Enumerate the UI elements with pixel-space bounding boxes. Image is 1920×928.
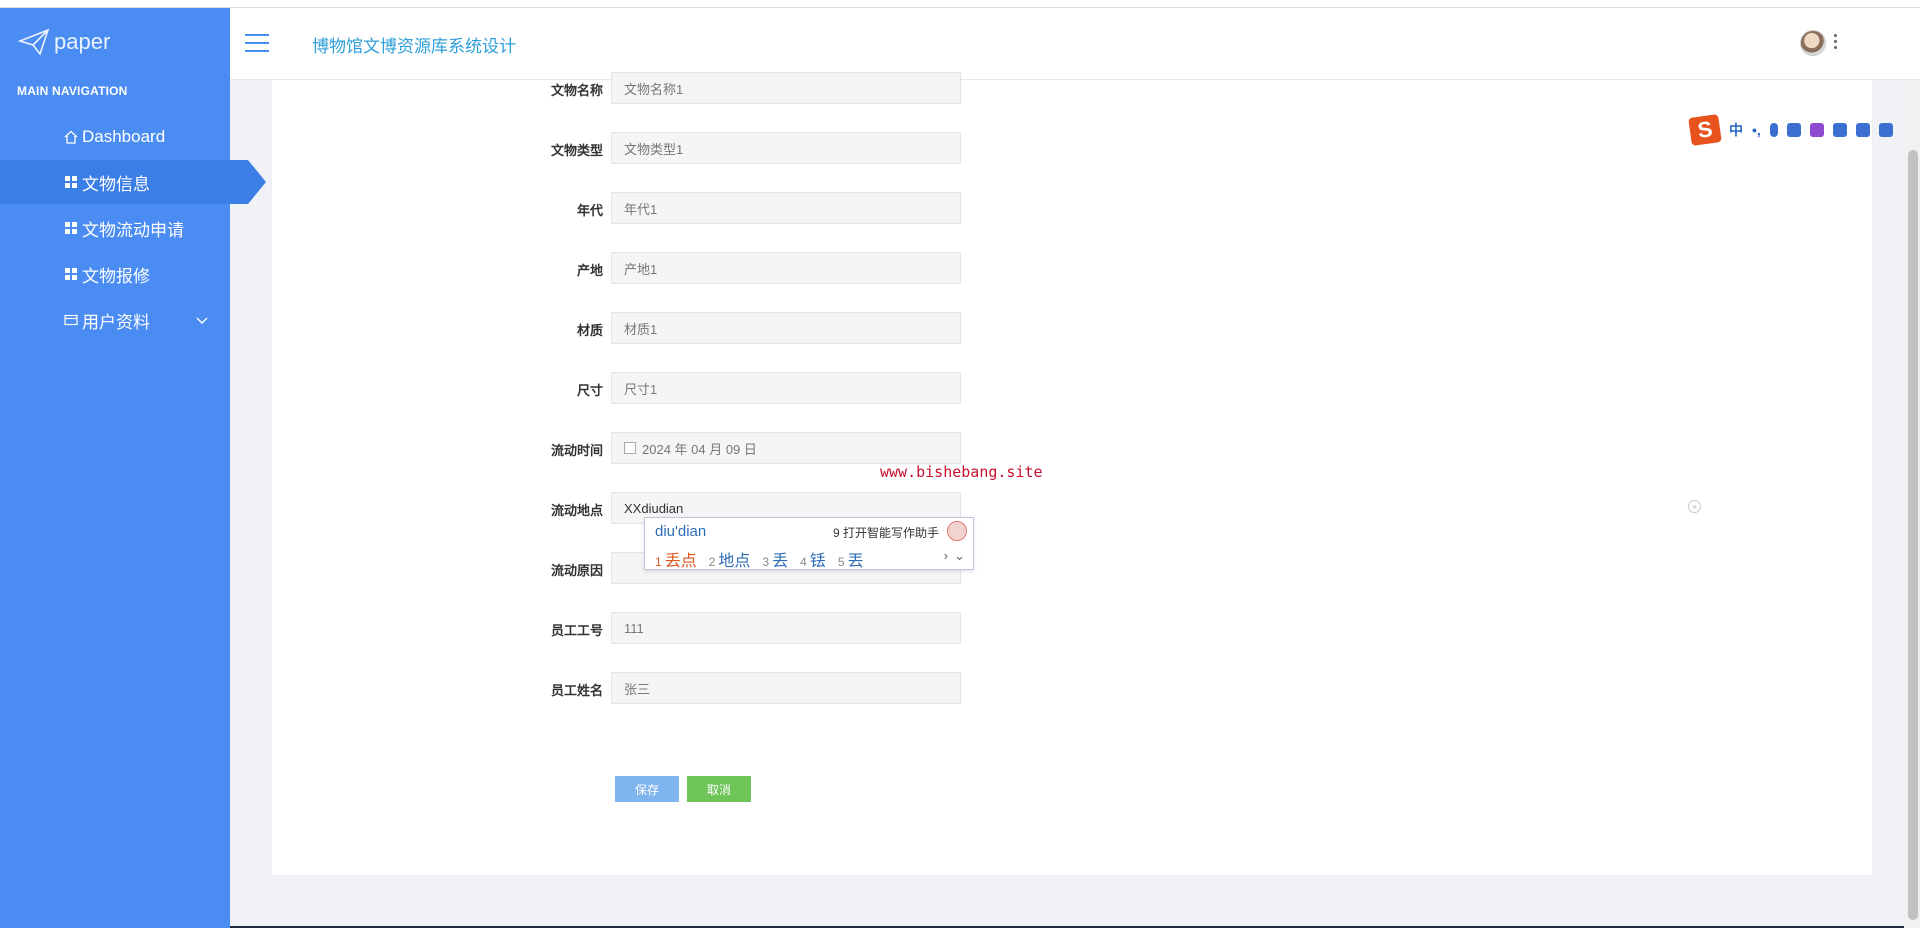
sidebar-item-user-profile[interactable]: 用户资料 [0,298,230,342]
settings-icon[interactable] [1878,123,1893,137]
window-top-edge [0,0,1920,8]
ime-candidates: 1 丢点 2 地点 3丢 4铥 5丟 [655,547,864,571]
form-row: 流动时间 2024 年 04 月 09 日 [271,432,971,464]
calendar-icon [624,442,636,454]
ime-toolbar: S 中 •, [1688,114,1920,146]
ime-pinyin: diu'dian [655,523,707,540]
sidebar-item-flow-application[interactable]: 文物流动申请 [0,206,230,250]
ime-candidate[interactable]: 2 地点 [709,547,751,571]
watermark: www.bishebang.site [880,463,1043,481]
era-field[interactable]: 年代1 [611,192,961,224]
form-row: 年代 年代1 [271,192,971,224]
clear-icon[interactable]: × [1688,500,1701,513]
field-label: 流动地点 [550,503,603,518]
ime-writing-assistant[interactable]: 9 打开智能写作助手 [833,524,939,541]
ime-mode-toggle[interactable]: 中 [1729,120,1743,140]
form-row: 员工姓名 张三 [271,672,971,704]
cancel-button[interactable]: 取消 [687,776,751,802]
field-label: 员工姓名 [550,683,603,698]
form-row: 文物类型 文物类型1 [271,132,971,164]
field-label: 年代 [576,203,603,218]
form-row: 文物名称 文物名称1 [271,72,971,104]
sidebar-item-dashboard[interactable]: Dashboard [0,115,230,159]
ime-candidate[interactable]: 3丢 [762,547,788,571]
field-label: 材质 [576,323,603,338]
skin-icon[interactable] [1809,123,1824,137]
field-label: 文物类型 [550,143,603,158]
artifact-name-field[interactable]: 文物名称1 [611,72,961,104]
menu-toggle-icon[interactable] [245,34,269,52]
sidebar-item-label: 用户资料 [82,312,150,332]
field-label: 文物名称 [550,83,603,98]
save-button[interactable]: 保存 [615,776,679,802]
size-field[interactable]: 尺寸1 [611,372,961,404]
form-row: 产地 产地1 [271,252,971,284]
sidebar-item-repair[interactable]: 文物报修 [0,252,230,296]
field-label: 员工工号 [550,623,603,638]
home-icon [64,130,78,144]
ime-candidate[interactable]: 1 丢点 [655,547,697,571]
sidebar: paper MAIN NAVIGATION Dashboard 文物信息 文物流… [0,8,266,928]
apps-icon[interactable] [1855,123,1870,137]
card-icon [64,313,78,327]
brand-name: paper [54,29,111,54]
ime-mascot-icon [947,521,967,541]
ime-punct-toggle[interactable]: •, [1752,122,1761,138]
keyboard-icon[interactable] [1786,123,1801,137]
grid-icon [64,175,78,189]
field-label: 产地 [576,263,603,278]
chevron-down-icon[interactable]: ⌄ [954,548,965,564]
nav-heading: MAIN NAVIGATION [17,84,128,98]
sidebar-item-artifact-info[interactable]: 文物信息 [0,160,266,204]
sidebar-item-label: 文物信息 [82,174,150,194]
game-icon[interactable] [1832,123,1847,137]
chevron-down-icon[interactable] [196,313,208,328]
sidebar-item-label: Dashboard [82,127,166,146]
field-label: 尺寸 [576,383,603,398]
brand-logo[interactable]: paper [18,28,110,56]
grid-icon [64,267,78,281]
material-field[interactable]: 材质1 [611,312,961,344]
avatar[interactable] [1800,30,1826,56]
more-options-icon[interactable] [1834,34,1838,49]
form-row: 材质 材质1 [271,312,971,344]
paper-plane-icon [18,28,50,56]
sidebar-item-label: 文物报修 [82,266,150,286]
field-label: 流动原因 [550,563,603,578]
top-header: 博物馆文博资源库系统设计 [230,8,1920,80]
grid-icon [64,221,78,235]
page-title: 博物馆文博资源库系统设计 [312,37,516,56]
scrollbar[interactable] [1904,80,1920,928]
sidebar-item-label: 文物流动申请 [82,220,184,240]
field-label: 流动时间 [550,443,603,458]
sogou-logo-icon[interactable]: S [1688,114,1722,146]
ime-navigation: › ⌄ [944,548,965,564]
flow-date-field[interactable]: 2024 年 04 月 09 日 [611,432,961,464]
flow-date-value: 2024 年 04 月 09 日 [642,441,757,457]
ime-candidate[interactable]: 5丟 [838,547,864,571]
ime-candidate[interactable]: 4铥 [800,547,826,571]
origin-field[interactable]: 产地1 [611,252,961,284]
chevron-right-icon[interactable]: › [944,548,948,564]
form-row: 尺寸 尺寸1 [271,372,971,404]
employee-id-field[interactable]: 111 [611,612,961,644]
ime-candidate-window: diu'dian 9 打开智能写作助手 1 丢点 2 地点 3丢 4铥 5丟 › ⌄ [644,517,974,570]
form-row: 员工工号 111 [271,612,971,644]
artifact-type-field[interactable]: 文物类型1 [611,132,961,164]
microphone-icon[interactable] [1769,123,1778,137]
employee-name-field[interactable]: 张三 [611,672,961,704]
scrollbar-thumb[interactable] [1908,150,1918,920]
